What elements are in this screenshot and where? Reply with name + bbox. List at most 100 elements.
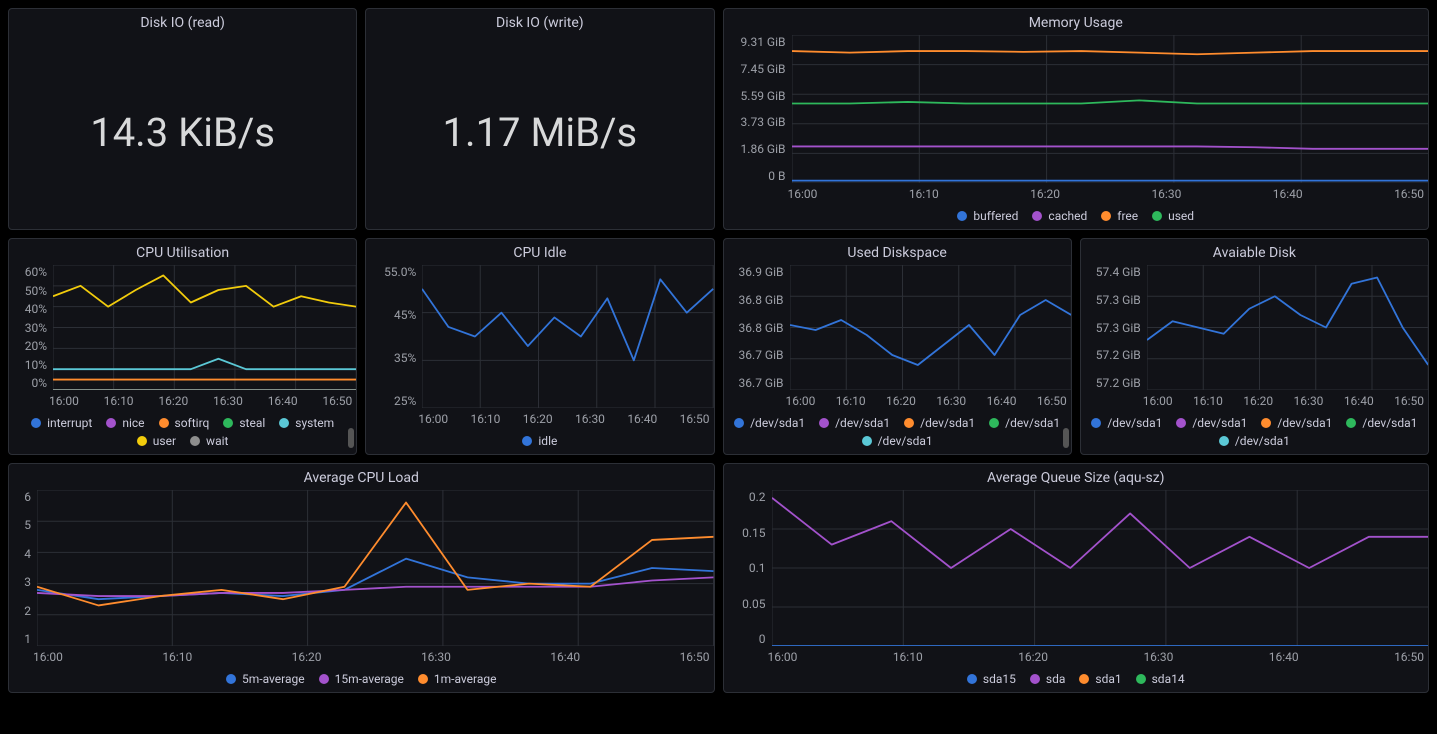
chart-plot[interactable] [792,35,1429,183]
panel-avg-queue-size[interactable]: Average Queue Size (aqu-sz)0.20.150.10.0… [723,463,1430,693]
y-tick-label: 0.2 [726,490,766,504]
legend-item[interactable]: sda14 [1136,672,1185,686]
legend-item[interactable]: system [279,416,334,430]
y-tick-label: 5.59 GiB [726,89,786,103]
y-tick-label: 0.15 [726,526,766,540]
panel-avg-cpu-load[interactable]: Average CPU Load65432116:0016:1016:2016:… [8,463,715,693]
legend-label: /dev/sda1 [1107,416,1162,430]
y-tick-label: 57.3 GiB [1083,293,1141,307]
legend-item[interactable]: used [1152,209,1194,223]
legend-item[interactable]: buffered [957,209,1018,223]
legend-item[interactable]: free [1101,209,1138,223]
chart-plot[interactable] [37,490,714,646]
legend-item[interactable]: sda [1030,672,1066,686]
panel-title: CPU Utilisation [9,239,356,265]
legend-item[interactable]: /dev/sda1 [1346,416,1417,430]
legend-item[interactable]: /dev/sda1 [819,416,890,430]
legend-label: /dev/sda1 [1192,416,1247,430]
legend-item[interactable]: /dev/sda1 [904,416,975,430]
legend-color-icon [1091,418,1101,428]
legend-label: sda14 [1152,672,1185,686]
legend-item[interactable]: /dev/sda1 [862,434,933,448]
legend-color-icon [137,436,147,446]
legend-item[interactable]: idle [522,434,557,448]
legend-item[interactable]: interrupt [31,416,92,430]
x-tick-label: 16:20 [292,650,322,664]
legend-item[interactable]: /dev/sda1 [1176,416,1247,430]
legend-item[interactable]: softirq [159,416,210,430]
legend-item[interactable]: steal [223,416,265,430]
x-axis: 16:0016:1016:2016:3016:4016:50 [45,390,356,410]
chart-legend: idle [366,428,713,454]
x-tick-label: 16:50 [1394,394,1424,408]
legend-color-icon [1219,436,1229,446]
chart-plot[interactable] [772,490,1429,646]
legend-item[interactable]: /dev/sda1 [734,416,805,430]
stat-value-disk-read: 14.3 KiB/s [9,35,356,229]
legend-item[interactable]: /dev/sda1 [1261,416,1332,430]
y-tick-label: 9.31 GiB [726,35,786,49]
x-tick-label: 16:20 [1030,187,1060,201]
legend-item[interactable]: 15m-average [319,672,404,686]
legend-scrollbar[interactable] [1063,428,1069,448]
legend-item[interactable]: user [137,434,176,448]
chart-plot[interactable] [422,265,713,408]
chart-legend: interrupt nice softirq steal system user wait [9,410,356,454]
legend-item[interactable]: sda15 [967,672,1016,686]
legend-color-icon [223,418,233,428]
x-tick-label: 16:40 [627,412,657,426]
x-axis: 16:0016:1016:2016:3016:4016:50 [764,646,1429,666]
panel-cpu-utilisation[interactable]: CPU Utilisation60%50%40%30%20%10%0%16:00… [8,238,357,455]
x-tick-label: 16:00 [786,394,816,408]
panel-disk-io-write[interactable]: Disk IO (write) 1.17 MiB/s [365,8,714,230]
panel-disk-io-read[interactable]: Disk IO (read) 14.3 KiB/s [8,8,357,230]
panel-used-diskspace[interactable]: Used Diskspace36.9 GiB36.8 GiB36.8 GiB36… [723,238,1072,455]
x-tick-label: 16:50 [680,650,710,664]
y-tick-label: 50% [11,284,47,298]
legend-item[interactable]: 5m-average [226,672,305,686]
legend-label: sda1 [1095,672,1121,686]
legend-item[interactable]: sda1 [1079,672,1121,686]
x-tick-label: 16:10 [1193,394,1223,408]
legend-item[interactable]: wait [190,434,228,448]
chart-plot[interactable] [53,265,356,390]
x-tick-label: 16:20 [1243,394,1273,408]
x-tick-label: 16:10 [893,650,923,664]
legend-item[interactable]: /dev/sda1 [989,416,1060,430]
chart-plot[interactable] [1147,265,1428,390]
y-tick-label: 30% [11,321,47,335]
legend-color-icon [1261,418,1271,428]
legend-item[interactable]: /dev/sda1 [1219,434,1290,448]
x-tick-label: 16:30 [1151,187,1181,201]
legend-color-icon [159,418,169,428]
x-tick-label: 16:50 [1394,187,1424,201]
legend-color-icon [31,418,41,428]
y-tick-label: 7.45 GiB [726,62,786,76]
legend-label: 15m-average [335,672,404,686]
y-axis: 9.31 GiB7.45 GiB5.59 GiB3.73 GiB1.86 GiB… [724,35,792,183]
legend-item[interactable]: nice [106,416,144,430]
legend-item[interactable]: cached [1032,209,1087,223]
x-tick-label: 16:30 [575,412,605,426]
legend-scrollbar[interactable] [348,428,354,448]
x-tick-label: 16:00 [788,187,818,201]
y-tick-label: 0 B [726,169,786,183]
panel-cpu-idle[interactable]: CPU Idle55.0%45%35%25%16:0016:1016:2016:… [365,238,714,455]
panel-memory-usage[interactable]: Memory Usage9.31 GiB7.45 GiB5.59 GiB3.73… [723,8,1430,230]
x-tick-label: 16:40 [268,394,298,408]
y-tick-label: 0 [726,632,766,646]
y-tick-label: 0.05 [726,597,766,611]
x-tick-label: 16:10 [162,650,192,664]
chart-plot[interactable] [790,265,1071,390]
y-tick-label: 36.8 GiB [726,321,784,335]
legend-color-icon [904,418,914,428]
x-axis: 16:0016:1016:2016:3016:4016:50 [414,408,713,428]
y-tick-label: 55.0% [368,265,416,279]
panel-available-disk[interactable]: Avaiable Disk57.4 GiB57.3 GiB57.3 GiB57.… [1080,238,1429,455]
x-tick-label: 16:00 [768,650,798,664]
y-tick-label: 36.9 GiB [726,265,784,279]
y-tick-label: 0.1 [726,561,766,575]
legend-item[interactable]: /dev/sda1 [1091,416,1162,430]
legend-label: cached [1048,209,1087,223]
legend-item[interactable]: 1m-average [418,672,497,686]
